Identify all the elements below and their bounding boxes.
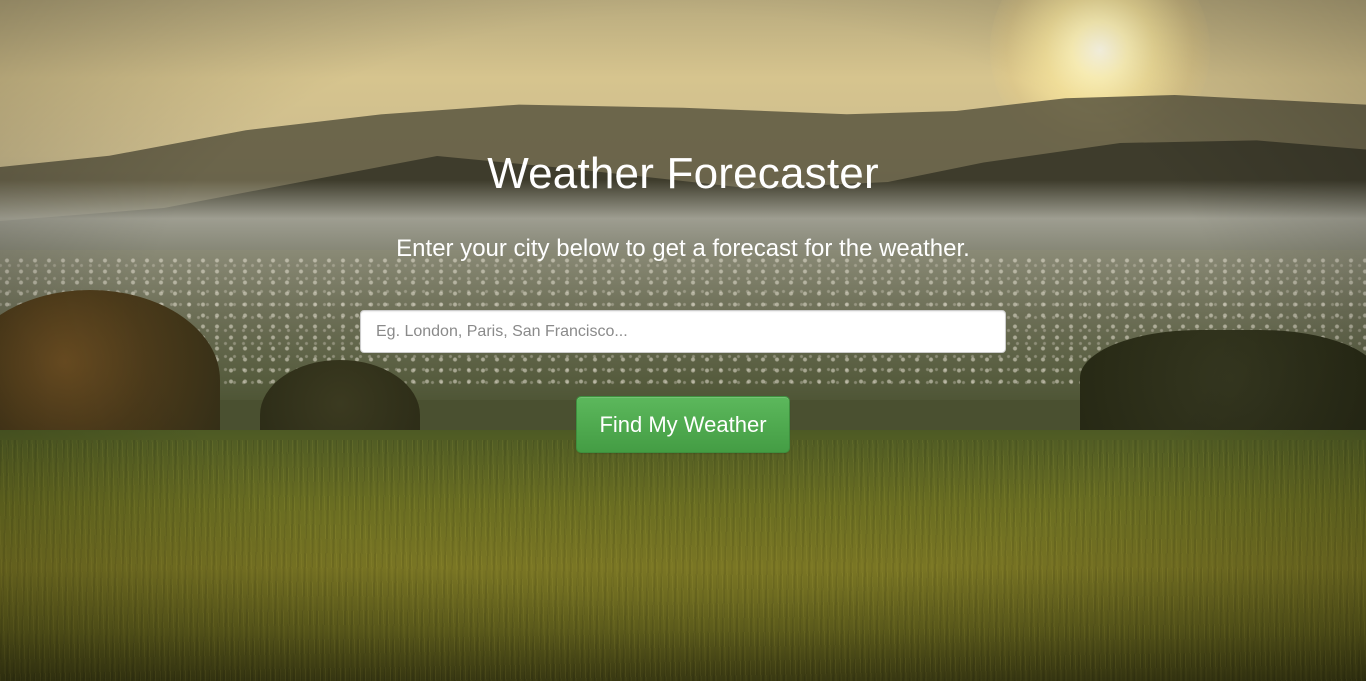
page: Weather Forecaster Enter your city below… [0,0,1366,681]
page-title: Weather Forecaster [487,149,879,198]
page-subtitle: Enter your city below to get a forecast … [396,235,970,262]
main-content: Weather Forecaster Enter your city below… [0,0,1366,681]
find-weather-button[interactable]: Find My Weather [576,396,790,453]
city-search-input[interactable] [360,310,1006,353]
